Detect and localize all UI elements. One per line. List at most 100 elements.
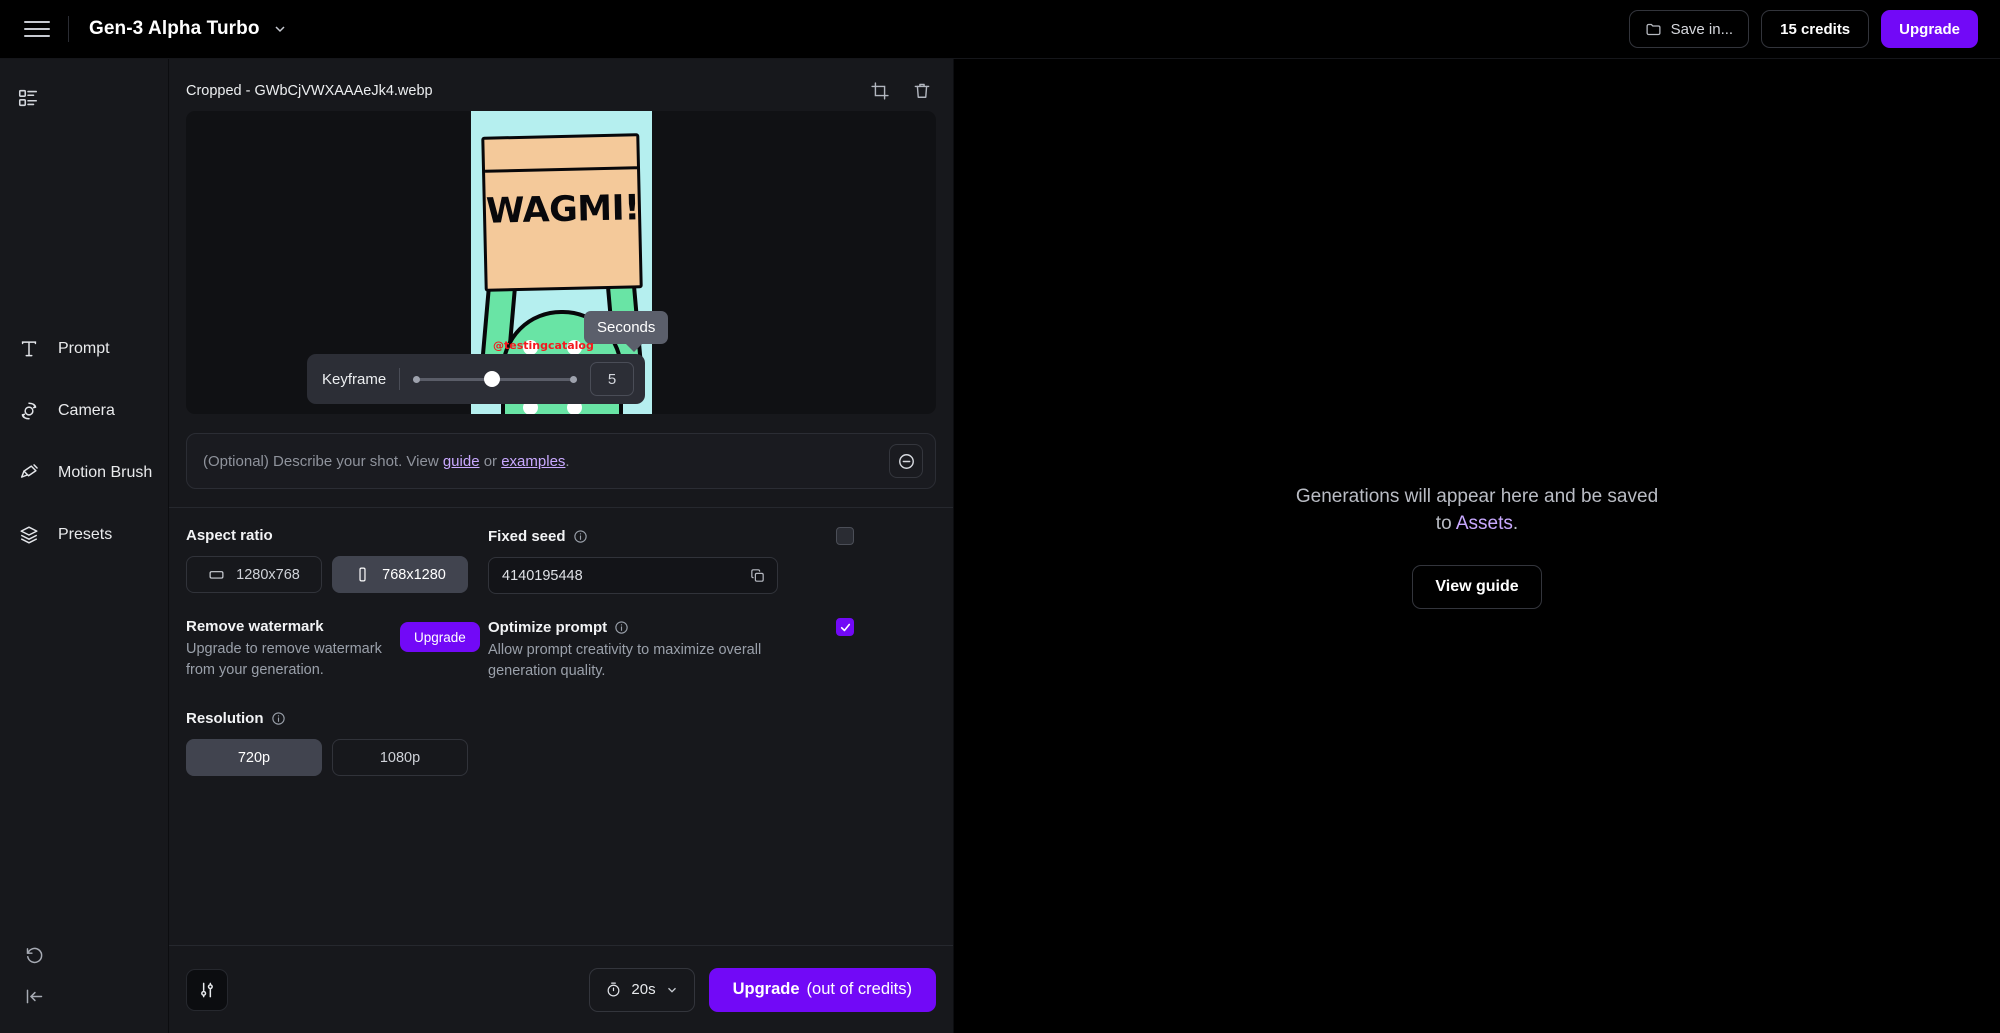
camera-orbit-icon [18, 400, 40, 422]
landscape-icon [208, 566, 225, 583]
resolution-group: Resolution 720p 1080p [186, 710, 936, 776]
sign-text: WAGMI! [485, 188, 640, 232]
watermark-optimize-row: Remove watermark Upgrade to remove water… [186, 618, 936, 682]
generate-upgrade-button[interactable]: Upgrade (out of credits) [708, 967, 936, 1012]
credits-button[interactable]: 15 credits [1761, 10, 1870, 48]
asset-filename: Cropped - GWbCjVWXAAAeJk4.webp [186, 83, 433, 99]
resolution-option-720p[interactable]: 720p [186, 739, 322, 776]
sidebar-item-label: Motion Brush [58, 464, 153, 481]
sidebar-item-label: Camera [58, 402, 115, 419]
sidebar-nav: Prompt Camera Motion Brush Presets [0, 327, 169, 575]
prompt-input[interactable]: (Optional) Describe your shot. View guid… [186, 433, 936, 489]
upgrade-button[interactable]: Upgrade [1881, 10, 1978, 48]
chevron-down-icon[interactable] [272, 21, 288, 37]
remove-watermark-description: Upgrade to remove watermark from your ge… [186, 641, 382, 678]
guide-link[interactable]: guide [443, 453, 480, 470]
sidebar-item-presets[interactable]: Presets [0, 513, 169, 557]
optimize-prompt-group: Optimize prompt Allow prompt creativity … [488, 618, 854, 682]
paint-brush-icon [18, 462, 40, 484]
aspect-option-label: 1280x768 [236, 566, 300, 583]
portrait-icon [354, 566, 371, 583]
keyframe-seconds-input[interactable]: 5 [590, 362, 634, 396]
save-in-button[interactable]: Save in... [1628, 10, 1750, 48]
info-icon[interactable] [271, 711, 286, 726]
generate-button-rest: (out of credits) [806, 980, 912, 998]
copy-icon[interactable] [749, 567, 766, 584]
duration-label: 20s [631, 981, 656, 998]
hamburger-icon[interactable] [24, 16, 50, 42]
prompt-placeholder-lead: (Optional) Describe your shot. View [203, 452, 443, 470]
upgrade-small-label: Upgrade [414, 629, 466, 645]
slider-end-dot [570, 375, 577, 383]
slider-start-dot [413, 375, 421, 383]
crop-icon[interactable] [870, 81, 890, 101]
info-icon[interactable] [573, 529, 588, 544]
sidebar-item-prompt[interactable]: Prompt [0, 327, 169, 371]
asset-card-header: Cropped - GWbCjVWXAAAeJk4.webp [169, 71, 953, 111]
fixed-seed-checkbox[interactable] [836, 527, 854, 545]
empty-state-text: Generations will appear here and be save… [1287, 483, 1667, 537]
slider-handle[interactable] [483, 371, 500, 387]
top-bar-actions: Save in... 15 credits Upgrade [1628, 10, 1978, 48]
optimize-prompt-title: Optimize prompt [488, 618, 608, 636]
save-in-label: Save in... [1670, 20, 1734, 38]
info-icon[interactable] [614, 620, 629, 635]
seconds-tooltip: Seconds [584, 311, 669, 352]
folder-icon [1645, 21, 1662, 38]
resolution-option-label: 720p [237, 749, 271, 766]
asset-card-actions [870, 81, 932, 101]
view-guide-button[interactable]: View guide [1412, 565, 1542, 609]
examples-link[interactable]: examples [501, 453, 565, 470]
trash-icon[interactable] [912, 81, 932, 101]
aspect-ratio-options: 1280x768 768x1280 [186, 556, 488, 593]
resolution-option-1080p[interactable]: 1080p [332, 739, 468, 776]
prompt-placeholder: (Optional) Describe your shot. View guid… [203, 453, 570, 470]
fixed-seed-label: Fixed seed [488, 527, 566, 545]
top-bar: Gen-3 Alpha Turbo Save in... 15 credits … [0, 0, 2000, 59]
sliders-icon[interactable] [186, 968, 228, 1011]
generations-panel: Generations will appear here and be save… [954, 59, 2000, 1033]
aspect-ratio-label: Aspect ratio [186, 527, 273, 544]
view-guide-label: View guide [1435, 578, 1519, 595]
layers-icon [18, 524, 40, 546]
remove-watermark-group: Remove watermark Upgrade to remove water… [186, 618, 488, 682]
duration-selector[interactable]: 20s [589, 967, 695, 1012]
sign-board: WAGMI! [480, 133, 643, 292]
fixed-seed-value: 4140195448 [502, 567, 583, 584]
aspect-seed-row: Aspect ratio 1280x768 768x1280 Fixed see… [186, 527, 936, 594]
keyframe-control: Keyframe 5 [307, 354, 645, 404]
circle-minus-icon[interactable] [889, 444, 923, 478]
sidebar-item-label: Prompt [58, 340, 110, 357]
sidebar-item-motion-brush[interactable]: Motion Brush [0, 451, 169, 495]
assets-link[interactable]: Assets [1456, 513, 1513, 534]
optimize-prompt-description: Allow prompt creativity to maximize over… [488, 642, 762, 679]
divider [399, 368, 401, 390]
resolution-option-label: 1080p [379, 749, 421, 766]
collapse-panel-icon[interactable] [14, 975, 54, 1017]
empty-state: Generations will appear here and be save… [1287, 483, 1667, 609]
keyframe-slider[interactable] [413, 369, 577, 389]
text-icon [18, 338, 40, 360]
aspect-ratio-group: Aspect ratio 1280x768 768x1280 [186, 527, 488, 594]
center-panel: Cropped - GWbCjVWXAAAeJk4.webp WAGMI! Se… [169, 59, 954, 1033]
aspect-option-768x1280[interactable]: 768x1280 [332, 556, 468, 593]
sidebar-item-camera[interactable]: Camera [0, 389, 169, 433]
sidebar-item-label: Presets [58, 526, 113, 543]
credits-label: 15 credits [1780, 20, 1851, 38]
image-preview[interactable]: WAGMI! Seconds @testingcatalog Keyframe … [186, 111, 936, 414]
optimize-prompt-checkbox[interactable] [836, 618, 854, 636]
remove-watermark-upgrade-button[interactable]: Upgrade [400, 622, 480, 652]
keyframe-label: Keyframe [322, 370, 387, 388]
left-sidebar: Prompt Camera Motion Brush Presets [0, 59, 169, 1033]
aspect-option-1280x768[interactable]: 1280x768 [186, 556, 322, 593]
generate-button-strong: Upgrade [732, 980, 800, 998]
dashboard-icon[interactable] [17, 87, 39, 109]
fixed-seed-group: Fixed seed 4140195448 [488, 527, 854, 594]
history-undo-icon[interactable] [14, 933, 54, 975]
prompt-placeholder-mid: or [479, 452, 502, 470]
chevron-down-icon [665, 983, 679, 997]
app-root: Gen-3 Alpha Turbo Save in... 15 credits … [0, 0, 2000, 1033]
divider [68, 16, 69, 42]
watermark-text: @testingcatalog [493, 339, 594, 352]
fixed-seed-input[interactable]: 4140195448 [488, 557, 778, 594]
